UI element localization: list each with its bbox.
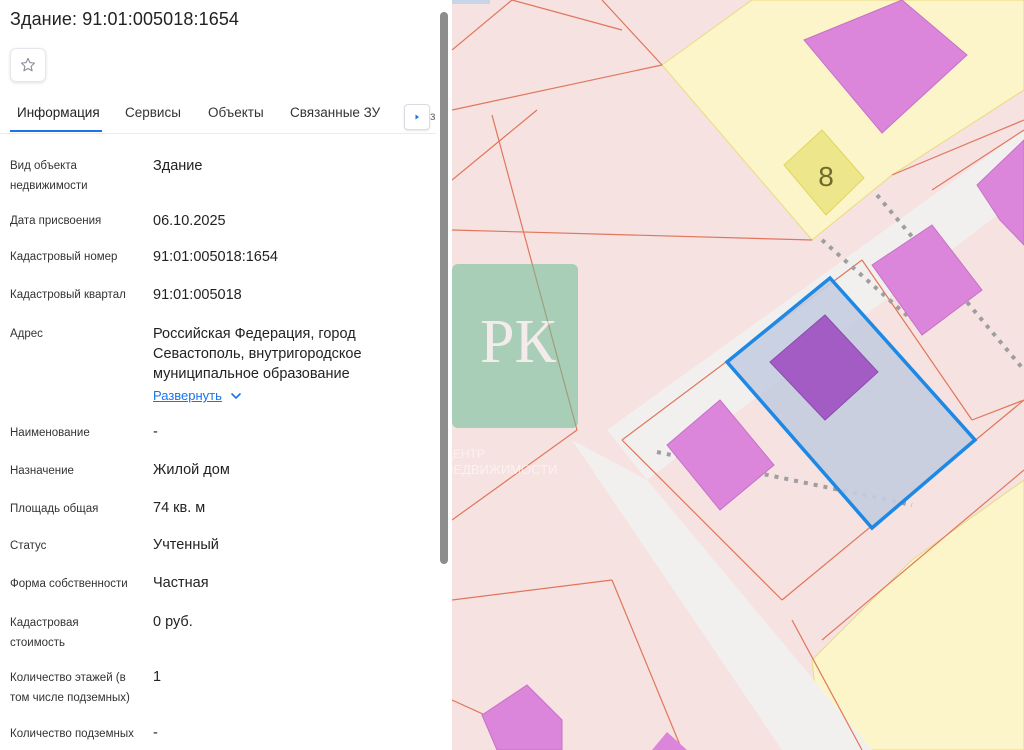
property-label: Адрес	[10, 328, 43, 340]
property-value: 06.10.2025	[153, 213, 226, 229]
property-label: Назначение	[10, 465, 74, 477]
property-value: Российская Федерация, город Севастополь,…	[153, 326, 362, 382]
property-value: -	[153, 725, 158, 741]
property-value: 1	[153, 669, 162, 685]
tab-objects[interactable]: Объекты	[208, 105, 264, 120]
watermark-line2: НЕДВИЖИМОСТИ	[452, 462, 557, 477]
rk-watermark: РК ЦЕНТР НЕДВИЖИМОСТИ	[452, 264, 578, 477]
yellow-parcel-bottom[interactable]	[811, 479, 1024, 750]
watermark-letters: РК	[480, 308, 556, 376]
property-label: Количество подземных	[10, 728, 134, 740]
tabs-scroll-right-button[interactable]	[404, 104, 430, 130]
favorite-button[interactable]	[10, 48, 46, 82]
address-expand-link[interactable]: Развернуть	[153, 388, 242, 403]
tab-information[interactable]: Информация	[17, 105, 100, 120]
tab-services[interactable]: Сервисы	[125, 105, 181, 120]
building[interactable]	[481, 684, 563, 750]
tabs-divider	[0, 133, 436, 134]
cadastral-map[interactable]: 8 РК ЦЕНТР НЕДВИЖИМОСТИ	[452, 0, 1024, 750]
property-value: Жилой дом	[153, 462, 230, 478]
tab-bar: Информация Сервисы Объекты Связанные ЗУ	[0, 96, 436, 132]
watermark-line1: ЦЕНТР	[452, 447, 485, 461]
property-label: Количество этажей (в том числе подземных…	[10, 672, 130, 704]
property-label: Кадастровый номер	[10, 251, 118, 263]
tab-overflow-text: з	[430, 109, 436, 123]
map-fragment	[452, 0, 490, 4]
scrollbar-thumb[interactable]	[440, 12, 448, 564]
property-label: Кадастровый квартал	[10, 289, 126, 301]
property-value: Учтенный	[153, 537, 219, 553]
expand-label: Развернуть	[153, 388, 222, 403]
building[interactable]	[652, 732, 687, 750]
property-value: 91:01:005018	[153, 287, 242, 303]
property-value: Здание	[153, 158, 203, 174]
chevron-down-icon	[230, 392, 241, 399]
property-label: Форма собственности	[10, 578, 128, 590]
property-label: Кадастровая стоимость	[10, 617, 79, 649]
info-panel: Здание: 91:01:005018:1654 Информация Сер…	[0, 0, 452, 750]
house-number-text: 8	[818, 161, 834, 192]
property-value: -	[153, 424, 158, 440]
tab-related-land[interactable]: Связанные ЗУ	[290, 105, 380, 120]
property-label: Площадь общая	[10, 503, 99, 515]
property-value: 0 руб.	[153, 614, 193, 630]
property-label: Наименование	[10, 427, 90, 439]
star-icon	[20, 57, 36, 72]
property-label: Вид объекта недвижимости	[10, 160, 88, 192]
chevron-right-icon	[415, 114, 419, 120]
property-value: 91:01:005018:1654	[153, 249, 278, 265]
property-value: Частная	[153, 575, 209, 591]
property-label: Статус	[10, 540, 47, 552]
property-value: 74 кв. м	[153, 500, 206, 516]
page-title: Здание: 91:01:005018:1654	[10, 9, 240, 29]
active-tab-indicator	[10, 130, 102, 132]
map-canvas[interactable]: 8 РК ЦЕНТР НЕДВИЖИМОСТИ	[452, 0, 1024, 750]
property-label: Дата присвоения	[10, 215, 102, 227]
